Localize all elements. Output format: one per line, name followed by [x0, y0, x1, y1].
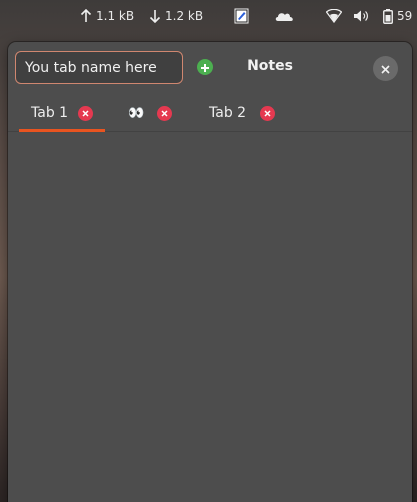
wifi-indicator[interactable] — [326, 8, 342, 24]
wifi-icon — [326, 9, 342, 23]
battery-icon — [383, 8, 393, 24]
network-upload-indicator[interactable]: 1.1 kB — [80, 8, 134, 24]
close-icon — [161, 109, 168, 117]
close-icon — [82, 109, 89, 117]
notes-app-indicator[interactable] — [234, 8, 249, 24]
popup-title: Notes — [247, 58, 293, 74]
network-download-indicator[interactable]: 1.2 kB — [149, 8, 203, 24]
close-icon — [381, 59, 390, 78]
tab-2[interactable]: 👀 — [128, 94, 173, 132]
battery-indicator[interactable]: 59 — [383, 8, 412, 24]
tab-close-button[interactable] — [260, 105, 276, 121]
cloud-icon — [275, 10, 295, 22]
arrow-down-icon — [149, 9, 161, 23]
tab-label: Tab 1 — [31, 105, 69, 121]
cloud-indicator[interactable] — [275, 8, 295, 24]
close-button[interactable] — [373, 56, 398, 81]
tab-close-button[interactable] — [157, 105, 173, 121]
close-icon — [264, 109, 271, 117]
tab-bar: Tab 1 👀 Tab 2 — [8, 94, 412, 132]
tab-label: Tab 2 — [209, 105, 247, 121]
arrow-up-icon — [80, 9, 92, 23]
tab-name-input[interactable] — [15, 51, 183, 84]
top-panel: 1.1 kB 1.2 kB 59 — [0, 0, 417, 32]
battery-percent: 59 — [397, 9, 413, 23]
upload-rate: 1.1 kB — [96, 9, 135, 23]
volume-indicator[interactable] — [353, 8, 369, 24]
plus-icon — [200, 58, 210, 77]
tab-3[interactable]: Tab 2 — [209, 94, 276, 132]
popup-header: Notes — [8, 42, 412, 94]
download-rate: 1.2 kB — [165, 9, 204, 23]
tab-label: 👀 — [128, 105, 145, 121]
add-tab-button[interactable] — [197, 59, 213, 75]
notes-app-icon — [234, 8, 249, 24]
note-content-area[interactable] — [8, 132, 412, 502]
tab-1[interactable]: Tab 1 — [19, 94, 106, 132]
tab-close-button[interactable] — [78, 105, 94, 121]
notes-popup: Notes Tab 1 👀 Tab 2 — [8, 42, 412, 502]
volume-icon — [353, 9, 369, 23]
